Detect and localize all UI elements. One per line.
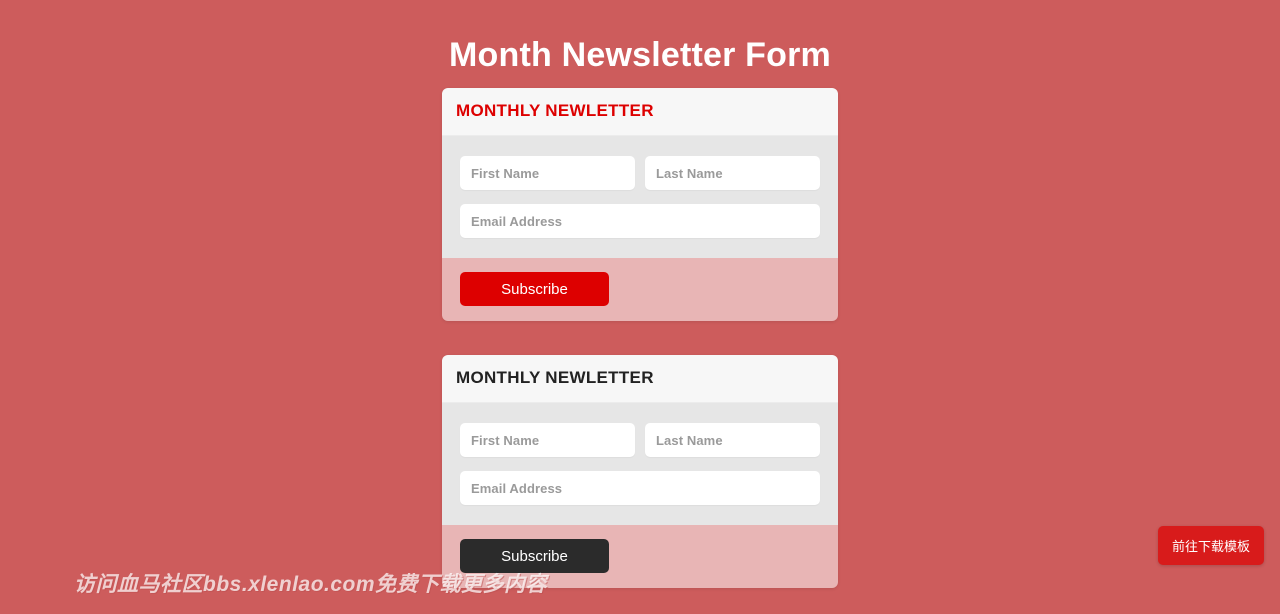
- download-template-button[interactable]: 前往下载模板: [1157, 526, 1264, 565]
- card-1-subscribe-button[interactable]: Subscribe: [460, 272, 609, 306]
- page-title: Month Newsletter Form: [448, 36, 831, 74]
- card-1-first-name-input[interactable]: First Name: [460, 156, 635, 190]
- card-1-last-name-input[interactable]: Last Name: [645, 156, 820, 190]
- card-1-body: First Name Last Name Email Address: [442, 136, 838, 258]
- card-2-body: First Name Last Name Email Address: [442, 403, 838, 525]
- card-1-name-row: First Name Last Name: [460, 156, 820, 190]
- card-2-email-row: Email Address: [460, 471, 820, 505]
- card-2-header-title: MONTHLY NEWLETTER: [442, 355, 838, 403]
- newsletter-card-list: MONTHLY NEWLETTER First Name Last Name E…: [442, 76, 838, 588]
- card-2-first-name-input[interactable]: First Name: [460, 423, 635, 457]
- card-2-last-name-input[interactable]: Last Name: [645, 423, 820, 457]
- card-2-footer: Subscribe: [442, 525, 838, 588]
- newsletter-card-1: MONTHLY NEWLETTER First Name Last Name E…: [442, 88, 838, 321]
- card-1-footer: Subscribe: [442, 258, 838, 321]
- card-2-email-input[interactable]: Email Address: [460, 471, 820, 505]
- newsletter-card-2: MONTHLY NEWLETTER First Name Last Name E…: [442, 355, 838, 588]
- card-1-header-title: MONTHLY NEWLETTER: [442, 88, 838, 136]
- card-2-name-row: First Name Last Name: [460, 423, 820, 457]
- card-1-email-row: Email Address: [460, 204, 820, 238]
- page-root: Month Newsletter Form MONTHLY NEWLETTER …: [0, 0, 1280, 614]
- card-1-email-input[interactable]: Email Address: [460, 204, 820, 238]
- card-2-subscribe-button[interactable]: Subscribe: [460, 539, 609, 573]
